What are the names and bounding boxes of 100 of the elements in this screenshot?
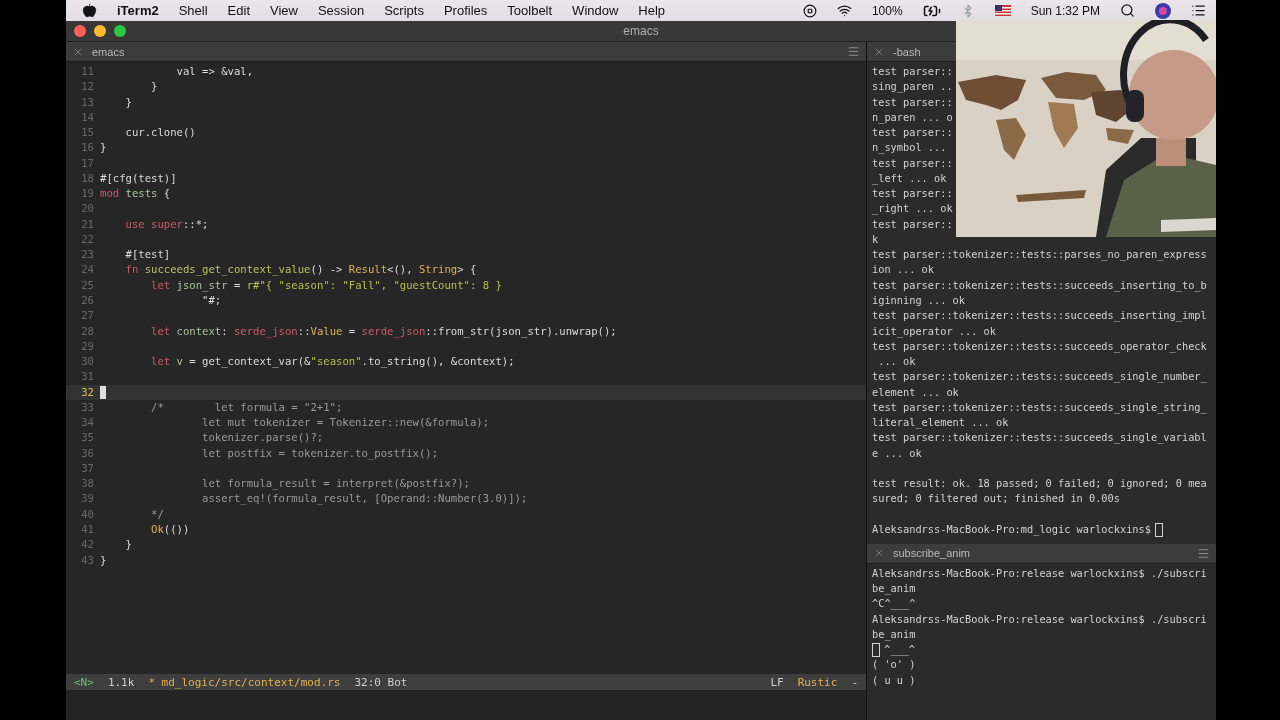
- terminal-output: n_symbol ...: [872, 140, 948, 156]
- file-path: * md_logic/src/context/mod.rs: [148, 675, 341, 689]
- menu-item[interactable]: Toolbelt: [507, 3, 553, 18]
- terminal-output: ion ... ok: [872, 262, 935, 278]
- terminal-tab[interactable]: -bash: [873, 45, 953, 58]
- menu-item[interactable]: View: [270, 3, 298, 18]
- terminal-output: ... ok: [877, 354, 917, 370]
- evil-state: <N>: [74, 675, 94, 689]
- code-line: }: [100, 552, 107, 568]
- terminal-output: Aleksandrss-MacBook-Pro:release warlockxins$ ./subscri: [872, 565, 1207, 581]
- terminal-output: ^___^: [884, 642, 915, 658]
- terminal-output: literal_element ... ok: [872, 415, 1010, 431]
- wifi-icon[interactable]: [836, 3, 852, 18]
- code-line: use super::*;: [124, 216, 209, 232]
- line-number: 35: [80, 430, 94, 446]
- terminal-output: test parser::tokenizer::tests::succeeds_operator_check: [872, 338, 1208, 355]
- menu-item[interactable]: Session: [317, 3, 365, 18]
- code-line: fn succeeds_get_context_value() -> Result<(), String> {: [124, 262, 477, 278]
- line-number: 25: [80, 277, 94, 293]
- code-line: #[test]: [124, 247, 171, 263]
- line-number: 15: [80, 125, 94, 141]
- line-number: 31: [80, 369, 94, 385]
- text-cursor: [100, 385, 106, 399]
- test-summary: test result: ok. 18 passed; 0 failed; 0 ignored; 0 mea: [872, 476, 1208, 492]
- window-title: emacs: [622, 24, 660, 38]
- terminal-output: sing_paren ..: [872, 79, 954, 95]
- line-number: 16: [80, 140, 94, 156]
- search-icon[interactable]: [1120, 3, 1135, 18]
- terminal-output: test parser::tokenizer::tests::succeeds_inserting_to_b: [872, 277, 1208, 293]
- app-menu[interactable]: iTerm2: [117, 3, 159, 18]
- minimize-button[interactable]: [94, 25, 106, 37]
- line-number: 18: [80, 170, 94, 186]
- line-number: 23: [80, 247, 94, 263]
- terminal-output: element ... ok: [872, 384, 960, 400]
- menu-icon[interactable]: [847, 45, 860, 58]
- list-icon[interactable]: [1191, 3, 1206, 18]
- menu-item[interactable]: Scripts: [384, 3, 424, 18]
- terminal-output: test parser::tokenizer::tests::succeeds_inserting_impl: [872, 308, 1208, 324]
- terminal-output: test parser::tokenizer::tests::succeeds_single_number_: [872, 369, 1208, 385]
- zoom-button[interactable]: [114, 25, 126, 37]
- line-number: 36: [80, 445, 94, 461]
- line-number: 39: [80, 491, 94, 507]
- battery-percent: 100%: [871, 3, 903, 18]
- line-number: 37: [80, 460, 94, 476]
- major-mode: Rustic: [797, 675, 838, 689]
- terminal-output: test parser::: [872, 155, 954, 171]
- code-line: let mut tokenizer = Tokenizer::new(&formula);: [201, 415, 490, 431]
- code-line: let formula_result = interpret(&postfix?);: [201, 476, 470, 492]
- assistant-icon[interactable]: [1155, 2, 1171, 19]
- line-number: 20: [80, 201, 94, 217]
- terminal-output: _left ... ok: [872, 170, 948, 187]
- editor-tab[interactable]: emacs: [72, 45, 152, 58]
- terminal-output: ^C^___^: [872, 596, 916, 612]
- line-number: 38: [80, 476, 94, 492]
- cursor-position: 32:0 Bot: [354, 675, 408, 689]
- apple-icon[interactable]: [82, 3, 97, 18]
- line-number: 34: [80, 415, 94, 431]
- terminal-output: test parser::: [872, 64, 954, 79]
- menu-icon[interactable]: [1197, 546, 1210, 560]
- terminal-output: n_paren ... o: [872, 109, 954, 126]
- line-number: 40: [80, 506, 94, 522]
- code-line: cur.clone(): [124, 125, 196, 141]
- line-number: 28: [80, 323, 94, 339]
- code-line: #[cfg(test)]: [100, 170, 177, 186]
- code-line: assert_eq!(formula_result, [Operand::Number(3.0)]);: [201, 491, 528, 507]
- line-number: 21: [80, 216, 94, 232]
- line-number: 12: [80, 79, 94, 95]
- code-line: }: [100, 140, 107, 156]
- terminal-output: icit_operator ... ok: [872, 323, 997, 339]
- modified-indicator-text: -: [851, 675, 858, 689]
- code-line: }: [124, 94, 132, 110]
- menu-item[interactable]: Help: [638, 3, 666, 18]
- code-line: */: [150, 506, 164, 522]
- code-line: let json_str = r#"{ "season": "Fall", "guestCount": 8 }: [150, 277, 502, 293]
- line-number: 29: [80, 338, 94, 354]
- line-ending: LF: [770, 675, 784, 689]
- flag-icon[interactable]: [994, 5, 1011, 16]
- line-number: 14: [80, 109, 94, 125]
- terminal-output: e ... ok: [872, 445, 923, 461]
- terminal-output: test parser::tokenizer::tests::succeeds_single_string_: [872, 399, 1208, 416]
- close-button[interactable]: [74, 25, 86, 37]
- clock[interactable]: Sun 1:32 PM: [1030, 3, 1100, 18]
- terminal-output: test parser::: [872, 94, 954, 110]
- terminal-output: _right ... ok: [872, 201, 954, 217]
- line-number: 11: [80, 64, 94, 79]
- menu-item[interactable]: Profiles: [443, 3, 488, 18]
- line-number: 42: [80, 537, 94, 553]
- test-summary: sured; 0 filtered out; finished in 0.00s: [872, 491, 1121, 507]
- buffer-size: 1.1k: [107, 675, 135, 689]
- record-icon[interactable]: [802, 3, 817, 18]
- menu-item[interactable]: Window: [572, 3, 619, 18]
- menu-item[interactable]: Edit: [227, 3, 250, 18]
- code-line: "#;: [201, 293, 222, 308]
- code-line: let v = get_context_var(&"season".to_string(), &context);: [150, 354, 515, 370]
- line-number: 19: [80, 186, 94, 202]
- menu-item[interactable]: Shell: [178, 3, 208, 18]
- line-number: 22: [80, 231, 94, 247]
- line-number: 27: [80, 308, 94, 324]
- terminal-tab[interactable]: subscribe_anim: [873, 547, 971, 560]
- terminal-output: Aleksandrss-MacBook-Pro:release warlockxins$ ./subscri: [872, 611, 1207, 627]
